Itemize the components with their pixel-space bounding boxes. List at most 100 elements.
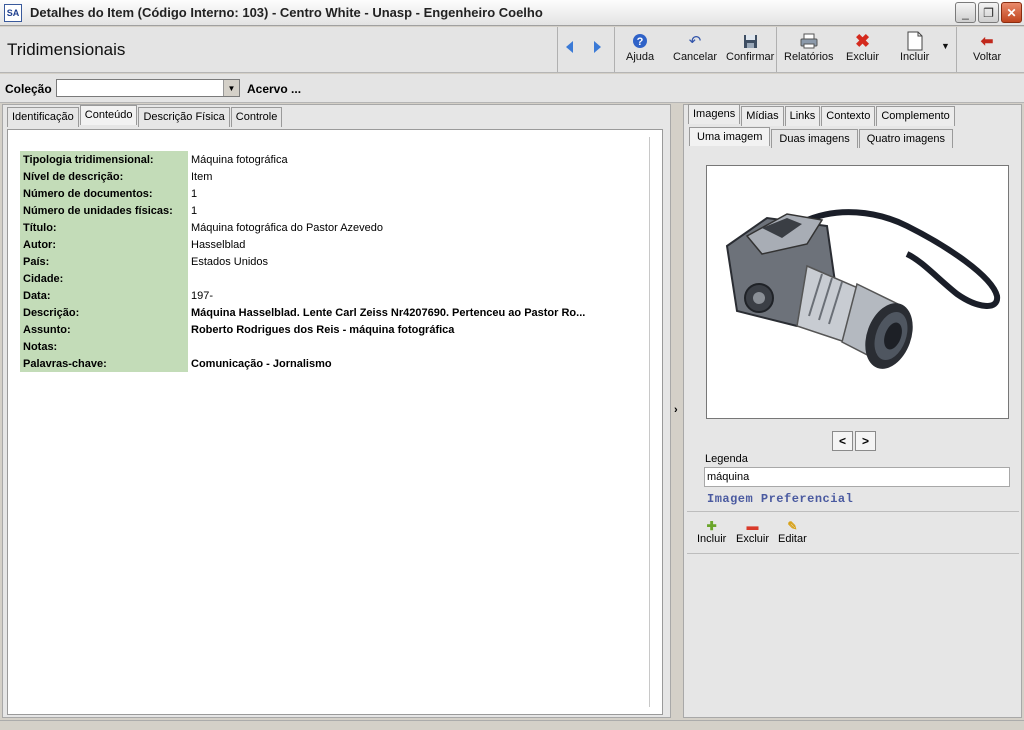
- confirm-button[interactable]: Confirmar: [726, 31, 774, 63]
- caret-down-icon: ▼: [941, 41, 950, 51]
- collection-label: Coleção: [5, 82, 52, 96]
- tab-midias[interactable]: Mídias: [741, 106, 784, 126]
- panel-splitter[interactable]: ›: [672, 104, 682, 718]
- content-scroll-area[interactable]: Tipologia tridimensional: Máquina fotográ…: [10, 137, 650, 707]
- field-row: Notas:: [20, 338, 638, 355]
- add-button[interactable]: Incluir: [900, 31, 929, 63]
- add-dropdown-button[interactable]: ▼: [941, 41, 950, 51]
- field-label: Notas:: [20, 338, 188, 355]
- tab-contexto[interactable]: Contexto: [821, 106, 876, 126]
- field-value: Comunicação - Jornalismo: [191, 357, 332, 370]
- tab-descricao-fisica[interactable]: Descrição Física: [138, 107, 230, 127]
- back-button[interactable]: ⬅ Voltar: [973, 31, 1001, 63]
- next-image-button[interactable]: >: [855, 431, 876, 451]
- field-value: Roberto Rodrigues dos Reis - máquina fot…: [191, 323, 455, 336]
- collection-select[interactable]: ▼: [56, 79, 240, 97]
- help-button[interactable]: ? Ajuda: [626, 31, 654, 63]
- fields-table: Tipologia tridimensional: Máquina fotográ…: [20, 151, 638, 372]
- minimize-button[interactable]: _: [955, 2, 976, 23]
- field-label: País:: [20, 253, 188, 270]
- cancel-label: Cancelar: [673, 51, 718, 63]
- delete-image-button[interactable]: ▬ Excluir: [736, 519, 769, 545]
- close-button[interactable]: ✕: [1001, 2, 1022, 23]
- edit-image-button[interactable]: ✎ Editar: [778, 519, 807, 545]
- image-layout-tabs: Uma imagem Duas imagens Quatro imagens: [689, 127, 954, 148]
- add-image-label: Incluir: [697, 533, 727, 545]
- field-value: [188, 270, 638, 287]
- field-value: 1: [191, 187, 198, 200]
- splitter-arrow-icon[interactable]: ›: [674, 404, 678, 416]
- tab-duas-imagens[interactable]: Duas imagens: [771, 129, 858, 148]
- content-area: Tipologia tridimensional: Máquina fotográ…: [7, 129, 663, 715]
- add-label: Incluir: [900, 51, 930, 63]
- details-tabs: Identificação Conteúdo Descrição Física …: [7, 105, 283, 127]
- acervo-link[interactable]: Acervo ...: [247, 82, 301, 96]
- caption-label: Legenda: [705, 453, 748, 465]
- collection-row: Coleção ▼ Acervo ...: [0, 74, 1024, 103]
- toolbar-separator: [614, 27, 615, 72]
- tab-imagens[interactable]: Imagens: [688, 104, 741, 124]
- previous-image-button[interactable]: <: [832, 431, 853, 451]
- svg-text:?: ?: [637, 36, 644, 48]
- field-label: Título:: [20, 219, 188, 236]
- tab-complemento[interactable]: Complemento: [876, 106, 955, 126]
- window-controls: _ ❐ ✕: [955, 2, 1022, 23]
- divider: [687, 511, 1019, 512]
- previous-record-button[interactable]: [566, 41, 573, 53]
- delete-button[interactable]: ✖ Excluir: [846, 30, 880, 64]
- delete-image-label: Excluir: [736, 533, 770, 545]
- next-record-button[interactable]: [594, 41, 601, 53]
- field-label: Cidade:: [20, 270, 188, 287]
- tab-conteudo[interactable]: Conteúdo: [79, 105, 138, 125]
- status-bar: [0, 720, 1024, 730]
- field-label: Número de unidades físicas:: [20, 202, 188, 219]
- tab-links[interactable]: Links: [784, 106, 821, 126]
- app-icon: SA: [4, 3, 22, 22]
- add-image-button[interactable]: ✚ Incluir: [697, 519, 726, 545]
- tab-identificacao[interactable]: Identificação: [7, 107, 79, 127]
- tab-uma-imagem[interactable]: Uma imagem: [689, 127, 771, 146]
- restore-icon: ❐: [983, 5, 994, 20]
- back-arrow-icon: ⬅: [980, 33, 994, 50]
- page-title: Tridimensionais: [7, 40, 126, 59]
- item-image[interactable]: [706, 165, 1009, 419]
- field-value: Máquina fotográfica do Pastor Azevedo: [191, 221, 384, 234]
- field-row: Palavras-chave: Comunicação - Jornalismo: [20, 355, 638, 372]
- toolbar-separator: [557, 27, 558, 72]
- delete-x-icon: ✖: [854, 30, 871, 51]
- dropdown-arrow-icon[interactable]: ▼: [223, 80, 239, 96]
- field-row: Número de documentos: 1: [20, 185, 638, 202]
- field-label: Assunto:: [20, 321, 188, 338]
- printer-icon: [800, 31, 818, 51]
- caption-field[interactable]: máquina: [704, 467, 1010, 487]
- field-row: Nível de descrição: Item: [20, 168, 638, 185]
- window-title: Detalhes do Item (Código Interno: 103) -…: [30, 5, 543, 20]
- toolbar-separator: [776, 27, 777, 72]
- field-row: Autor: Hasselblad: [20, 236, 638, 253]
- field-row: Assunto: Roberto Rodrigues dos Reis - máq…: [20, 321, 638, 338]
- plus-icon: ✚: [706, 519, 717, 533]
- image-navigation: < >: [832, 431, 876, 451]
- field-value: [188, 338, 638, 355]
- field-value: Máquina Hasselblad. Lente Carl Zeiss Nr4…: [191, 306, 586, 319]
- title-bar: SA Detalhes do Item (Código Interno: 103…: [0, 0, 1024, 26]
- field-label: Descrição:: [20, 304, 188, 321]
- reports-button[interactable]: Relatórios: [784, 31, 834, 63]
- tab-controle[interactable]: Controle: [230, 107, 283, 127]
- minus-icon: ▬: [746, 519, 759, 533]
- field-label: Autor:: [20, 236, 188, 253]
- tab-quatro-imagens[interactable]: Quatro imagens: [858, 129, 953, 148]
- field-value: Hasselblad: [191, 238, 246, 251]
- delete-label: Excluir: [846, 51, 880, 63]
- field-label: Palavras-chave:: [20, 355, 188, 372]
- close-icon: ✕: [1006, 5, 1017, 20]
- confirm-label: Confirmar: [726, 51, 775, 63]
- cancel-button[interactable]: ↶ Cancelar: [673, 31, 717, 63]
- restore-button[interactable]: ❐: [978, 2, 999, 23]
- pencil-icon: ✎: [787, 519, 798, 533]
- back-label: Voltar: [973, 51, 1002, 63]
- minimize-icon: _: [962, 5, 969, 20]
- undo-icon: ↶: [688, 33, 702, 50]
- preferred-image-label: Imagem Preferencial: [707, 492, 854, 506]
- field-label: Tipologia tridimensional:: [20, 151, 188, 168]
